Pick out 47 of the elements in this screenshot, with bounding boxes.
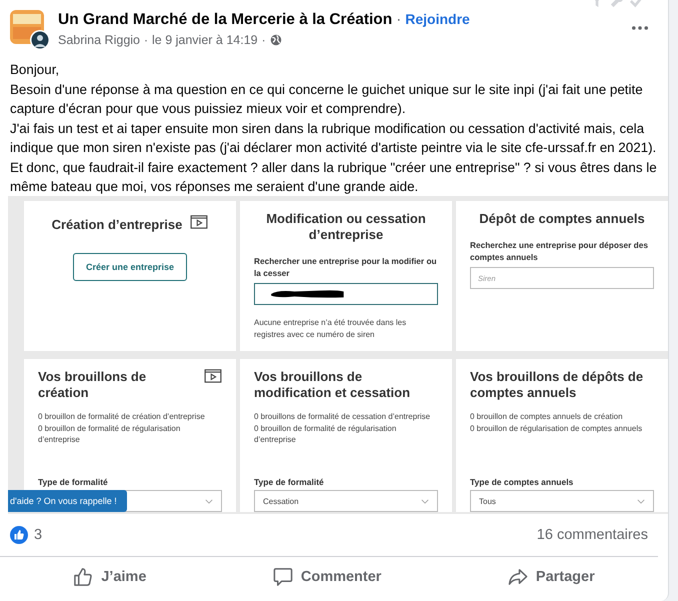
search-field[interactable]: [254, 283, 438, 305]
draft-count: 0 brouillon de formalité de régularisation d’entreprise: [254, 422, 398, 446]
draft-count: 0 brouillon de formalité de régularisation d’entreprise: [38, 422, 182, 446]
card-title: Dépôt de comptes annuels: [479, 211, 645, 227]
join-link[interactable]: Rejoindre: [405, 11, 470, 27]
draft-count: 0 brouillon de comptes annuels de création: [470, 411, 624, 422]
author-name[interactable]: Sabrina Riggio: [58, 33, 140, 47]
card-title: Vos brouillons de dépôts de comptes annuels: [470, 369, 644, 401]
post-date[interactable]: le 9 janvier à 14:19: [152, 33, 258, 47]
draft-count: 0 brouillons de formalité de cessation d’entreprise: [254, 411, 432, 422]
callback-toast[interactable]: d'aide ? On vous rappelle !: [8, 490, 127, 512]
reaction-count[interactable]: 3: [34, 527, 42, 543]
card-title: Création d’entreprise: [52, 217, 182, 233]
status-message: Aucune entreprise n’a été trouvée dans les registres avec ce numéro de siren: [254, 317, 408, 341]
post-paragraph: J'ai fais un test et ai taper ensuite mon siren dans la rubrique modification ou cessation d'activité mais, cela indique que mon siren n'existe pas (j'ai déclarer mon activité d'artiste peintre via le site cfe-urssaf.fr en 2021). Et donc, que faudrait-il faire exactement ? aller dans la rubrique "créer une entreprise" ? si vous êtres dans le même bateau que moi, vos réponses me seraient d'une grande aide.: [10, 120, 658, 196]
field-label: Rechercher une entreprise pour la modifier ou la cesser: [254, 255, 438, 279]
group-name[interactable]: Un Grand Marché de la Mercerie à la Création: [58, 11, 392, 29]
select-label: Type de formalité: [38, 477, 108, 487]
separator-dot: ·: [396, 11, 402, 28]
post-paragraph: Bonjour,: [10, 61, 60, 79]
card-title: Vos brouillons de modification et cessation: [254, 369, 412, 401]
card-title: Modification ou cessation d’entreprise: [265, 211, 427, 243]
thumbs-up-icon: [73, 567, 94, 587]
draft-count: 0 brouillon de régularisation de comptes annuels: [470, 422, 642, 434]
card-title: Vos brouillons de création: [38, 369, 148, 401]
chevron-icon: [205, 498, 213, 504]
type-select[interactable]: Cessation: [254, 490, 438, 512]
more-icon: [632, 26, 648, 30]
select-label: Type de formalité: [254, 477, 324, 487]
select-label: Type de comptes annuels: [470, 477, 574, 487]
chevron-icon: [421, 498, 429, 504]
group-avatar-icon: [10, 10, 50, 50]
chevron-icon: [637, 498, 645, 504]
share-button[interactable]: Partager: [488, 561, 615, 593]
comment-icon: [272, 567, 293, 587]
comment-button[interactable]: Commenter: [252, 561, 402, 593]
comment-count[interactable]: 16 commentaires: [536, 527, 648, 543]
separator-dot: ·: [144, 33, 148, 47]
separator-dot: ·: [262, 33, 266, 47]
like-reaction-icon: [10, 526, 28, 544]
like-button[interactable]: J’aime: [53, 561, 166, 593]
type-select[interactable]: Tous: [470, 490, 654, 512]
create-button[interactable]: Créer une entreprise: [72, 253, 188, 281]
share-icon: [508, 567, 528, 587]
post-paragraph: Besoin d'une réponse à ma question en ce qui concerne le guichet unique sur le site inpi (j'ai fait une petite capture d'écran pour que vous puissiez mieux voir et comprendre).: [10, 80, 644, 118]
field-label: Recherchez une entreprise pour déposer des comptes annuels: [470, 239, 649, 263]
draft-count: 0 brouillon de formalité de création d’entreprise: [38, 411, 206, 422]
